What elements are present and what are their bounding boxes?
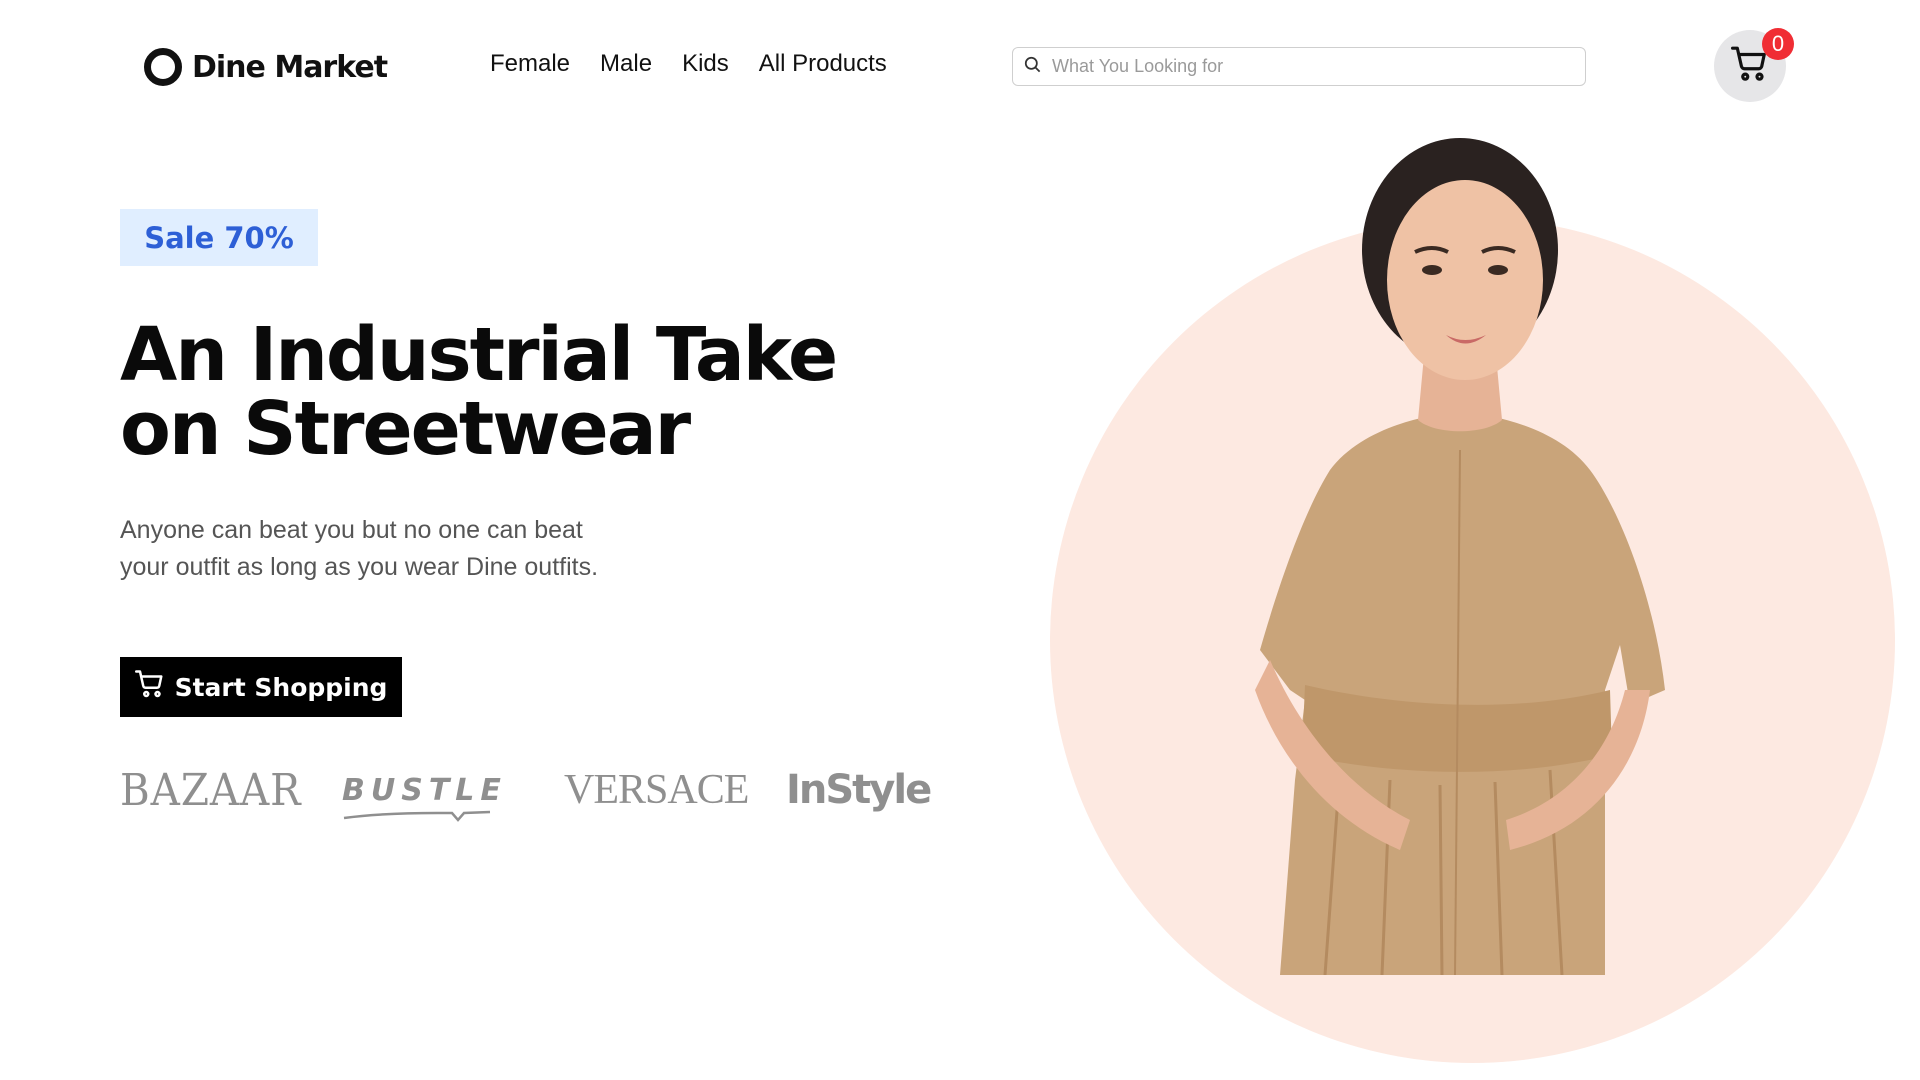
start-shopping-button[interactable]: Start Shopping <box>120 657 402 717</box>
landing-page: Dine Market Female Male Kids All Product… <box>0 0 1920 1080</box>
bustle-underline-icon <box>343 810 491 822</box>
nav-male[interactable]: Male <box>600 50 652 78</box>
search-bar <box>1012 47 1586 86</box>
hero-model-image <box>1255 138 1665 975</box>
brand-versace-logo: VERSACE <box>564 767 749 813</box>
hero-subtext: Anyone can beat you but no one can beat … <box>120 512 650 586</box>
subtext-line-1: Anyone can beat you but no one can beat <box>120 516 583 544</box>
brand-bustle-logo: BUSTLE <box>342 760 564 822</box>
start-shopping-label: Start Shopping <box>174 672 388 702</box>
nav-all-products[interactable]: All Products <box>759 50 887 78</box>
sale-badge: Sale 70% <box>120 209 318 266</box>
logo-text: Dine Market <box>192 49 388 85</box>
main-nav: Female Male Kids All Products <box>490 50 887 78</box>
hero-headline: An Industrial Take on Streetwear <box>120 318 840 466</box>
search-input[interactable] <box>1052 48 1585 85</box>
search-icon <box>1023 55 1042 79</box>
logo[interactable]: Dine Market <box>144 48 388 86</box>
headline-line-2: on Streetwear <box>120 386 691 472</box>
cart-icon <box>134 669 165 705</box>
cart-button[interactable]: 0 <box>1714 28 1794 102</box>
brand-bazaar-logo: BAZAAR <box>120 764 302 816</box>
logo-ring-icon <box>144 48 182 86</box>
cart-count-badge: 0 <box>1762 28 1794 60</box>
brand-logos: BAZAAR BUSTLE VERSACE InStyle <box>120 760 1008 822</box>
subtext-line-2: your outfit as long as you wear Dine out… <box>120 553 599 581</box>
nav-female[interactable]: Female <box>490 50 570 78</box>
brand-instyle-logo: InStyle <box>786 767 932 813</box>
nav-kids[interactable]: Kids <box>682 50 729 78</box>
